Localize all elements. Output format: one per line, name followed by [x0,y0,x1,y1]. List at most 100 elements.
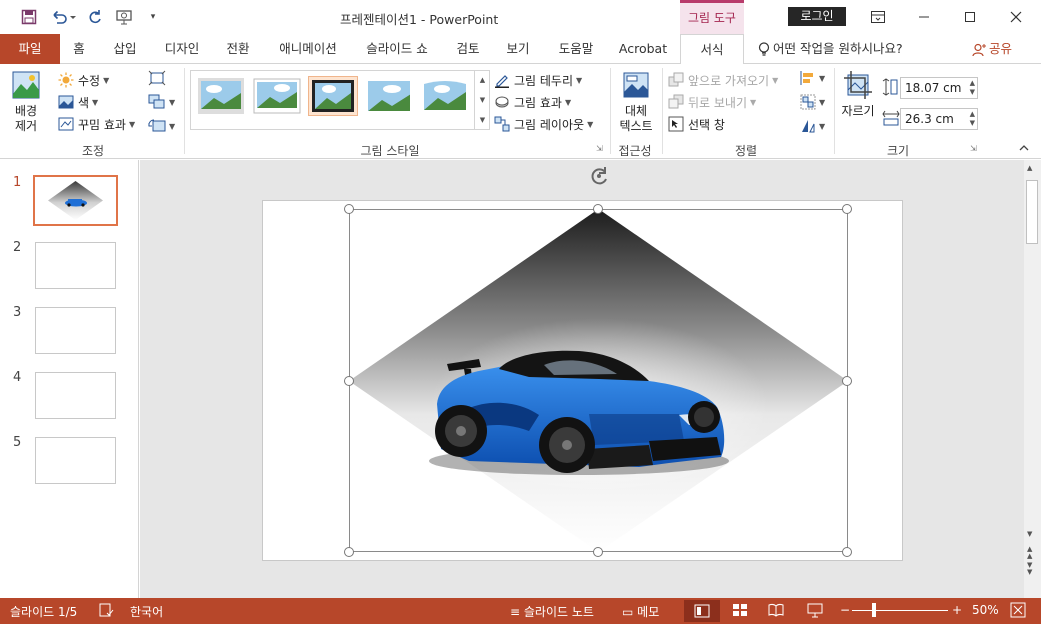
normal-view-icon [694,604,710,618]
share-button[interactable]: 공유 [972,34,1012,64]
artistic-effects-button[interactable]: 꾸밈 효과 ▼ [58,114,135,134]
tab-design[interactable]: 디자인 [158,34,206,64]
picture-effects-button[interactable]: 그림 효과 ▼ [494,92,571,112]
save-icon[interactable] [18,7,40,27]
resize-handle-top[interactable] [593,204,603,214]
crop-button[interactable]: 자르기 [840,70,876,142]
group-objects-icon[interactable]: ▼ [800,94,825,110]
undo-icon[interactable] [48,7,78,27]
tab-insert[interactable]: 삽입 [105,34,145,64]
picture-border-button[interactable]: 그림 테두리 ▼ [494,70,582,90]
tab-slideshow[interactable]: 슬라이드 쇼 [358,34,436,64]
notes-button[interactable]: ≡ 슬라이드 노트 [510,603,594,620]
picture-style-1[interactable] [196,76,246,116]
height-input[interactable]: 18.07 cm ▲ ▼ [900,77,978,99]
size-launcher-icon[interactable]: ⇲ [970,144,977,153]
redo-icon[interactable] [84,7,106,27]
zoom-slider[interactable] [852,610,948,611]
picture-style-4[interactable] [364,76,414,116]
slideshow-view-icon[interactable] [806,602,824,618]
title-bar: ▾ 프레젠테이션1 - PowerPoint 그림 도구 로그인 [0,0,1041,34]
resize-handle-bottom-right[interactable] [842,547,852,557]
scroll-down-icon[interactable]: ▼ [1027,530,1032,538]
presentation-start-icon[interactable] [113,7,135,27]
slide-thumbnail-5[interactable] [35,437,116,484]
accessibility-group-label: 접근성 [618,144,652,158]
resize-handle-top-left[interactable] [344,204,354,214]
tab-home[interactable]: 홈 [64,34,94,64]
send-backward-button[interactable]: 뒤로 보내기 ▼ [668,92,756,112]
ribbon-display-options-icon[interactable] [858,5,898,29]
color-button[interactable]: 색 ▼ [58,92,98,112]
tell-me-search[interactable]: 어떤 작업을 원하시나요? [758,34,903,64]
picture-style-5[interactable] [420,76,470,116]
slide-sorter-icon[interactable] [732,602,748,618]
vertical-scrollbar[interactable]: ▲ ▼ ▲ ▲ ▼ ▼ [1024,160,1041,598]
zoom-level[interactable]: 50% [972,603,999,617]
align-icon[interactable]: ▼ [800,70,825,86]
adjust-group-label: 조정 [81,144,105,158]
slide-thumbnail-4[interactable] [35,372,116,419]
height-icon [882,78,898,96]
scroll-thumb[interactable] [1026,180,1038,244]
height-spinner[interactable]: ▲ ▼ [970,79,975,97]
picture-styles-launcher-icon[interactable]: ⇲ [596,144,603,153]
next-slide-icon[interactable]: ▼ ▼ [1027,562,1032,576]
zoom-out-button[interactable]: − [840,603,850,617]
minimize-icon[interactable] [904,5,944,29]
send-backward-label: 뒤로 보내기 [688,95,748,110]
fit-to-window-icon[interactable] [1010,602,1026,618]
rotate-handle-icon[interactable] [588,165,610,187]
slide-thumbnail-3[interactable] [35,307,116,354]
resize-handle-bottom-left[interactable] [344,547,354,557]
change-picture-icon[interactable]: ▼ [148,94,175,110]
alt-text-button[interactable]: 대체 텍스트 [616,70,656,142]
compress-pictures-icon[interactable] [148,70,166,86]
customize-qat-icon[interactable]: ▾ [142,7,164,27]
resize-handle-top-right[interactable] [842,204,852,214]
rotate-icon[interactable]: ▼ [800,118,825,134]
resize-handle-right[interactable] [842,376,852,386]
close-icon[interactable] [996,5,1036,29]
width-input[interactable]: 26.3 cm ▲ ▼ [900,108,978,130]
tab-file[interactable]: 파일 [0,34,60,64]
picture-layout-button[interactable]: 그림 레이아웃 ▼ [494,114,593,134]
language-indicator[interactable]: 한국어 [130,603,163,620]
picture-style-2[interactable] [252,76,302,116]
width-icon [882,110,900,126]
maximize-icon[interactable] [950,5,990,29]
spell-check-icon[interactable] [98,602,114,618]
scroll-up-icon[interactable]: ▲ [1027,164,1032,172]
tab-help[interactable]: 도움말 [550,34,602,64]
normal-view-button[interactable] [684,600,720,622]
comment-icon: ▭ [622,605,634,619]
slide-thumbnail-1[interactable] [33,175,118,226]
picture-styles-group-label: 그림 스타일 [360,144,420,158]
collapse-ribbon-icon[interactable] [1019,144,1029,152]
zoom-in-button[interactable]: + [952,603,962,617]
artistic-effects-label: 꾸밈 효과 [78,117,126,132]
login-button[interactable]: 로그인 [788,7,846,26]
zoom-slider-thumb[interactable] [872,603,876,617]
remove-background-button[interactable]: 배경 제거 [8,70,44,142]
resize-handle-bottom[interactable] [593,547,603,557]
comments-button[interactable]: ▭ 메모 [622,603,659,620]
slide-thumbnail-2[interactable] [35,242,116,289]
reading-view-icon[interactable] [768,602,784,618]
tab-animations[interactable]: 애니메이션 [270,34,346,64]
tab-transitions[interactable]: 전환 [218,34,258,64]
gallery-scroll[interactable]: ▲ ▼ ▼ [474,70,490,130]
width-spinner[interactable]: ▲ ▼ [970,110,975,128]
picture-style-3[interactable] [308,76,358,116]
notes-icon: ≡ [510,605,521,619]
tab-acrobat[interactable]: Acrobat [612,34,674,64]
resize-handle-left[interactable] [344,376,354,386]
previous-slide-icon[interactable]: ▲ ▲ [1027,546,1032,560]
tab-format[interactable]: 서식 [680,34,744,65]
reset-picture-icon[interactable]: ▼ [148,118,175,134]
corrections-button[interactable]: 수정 ▼ [58,70,109,90]
selection-pane-button[interactable]: 선택 창 [668,114,725,134]
bring-forward-button[interactable]: 앞으로 가져오기 ▼ [668,70,778,90]
tab-review[interactable]: 검토 [448,34,488,64]
tab-view[interactable]: 보기 [498,34,538,64]
